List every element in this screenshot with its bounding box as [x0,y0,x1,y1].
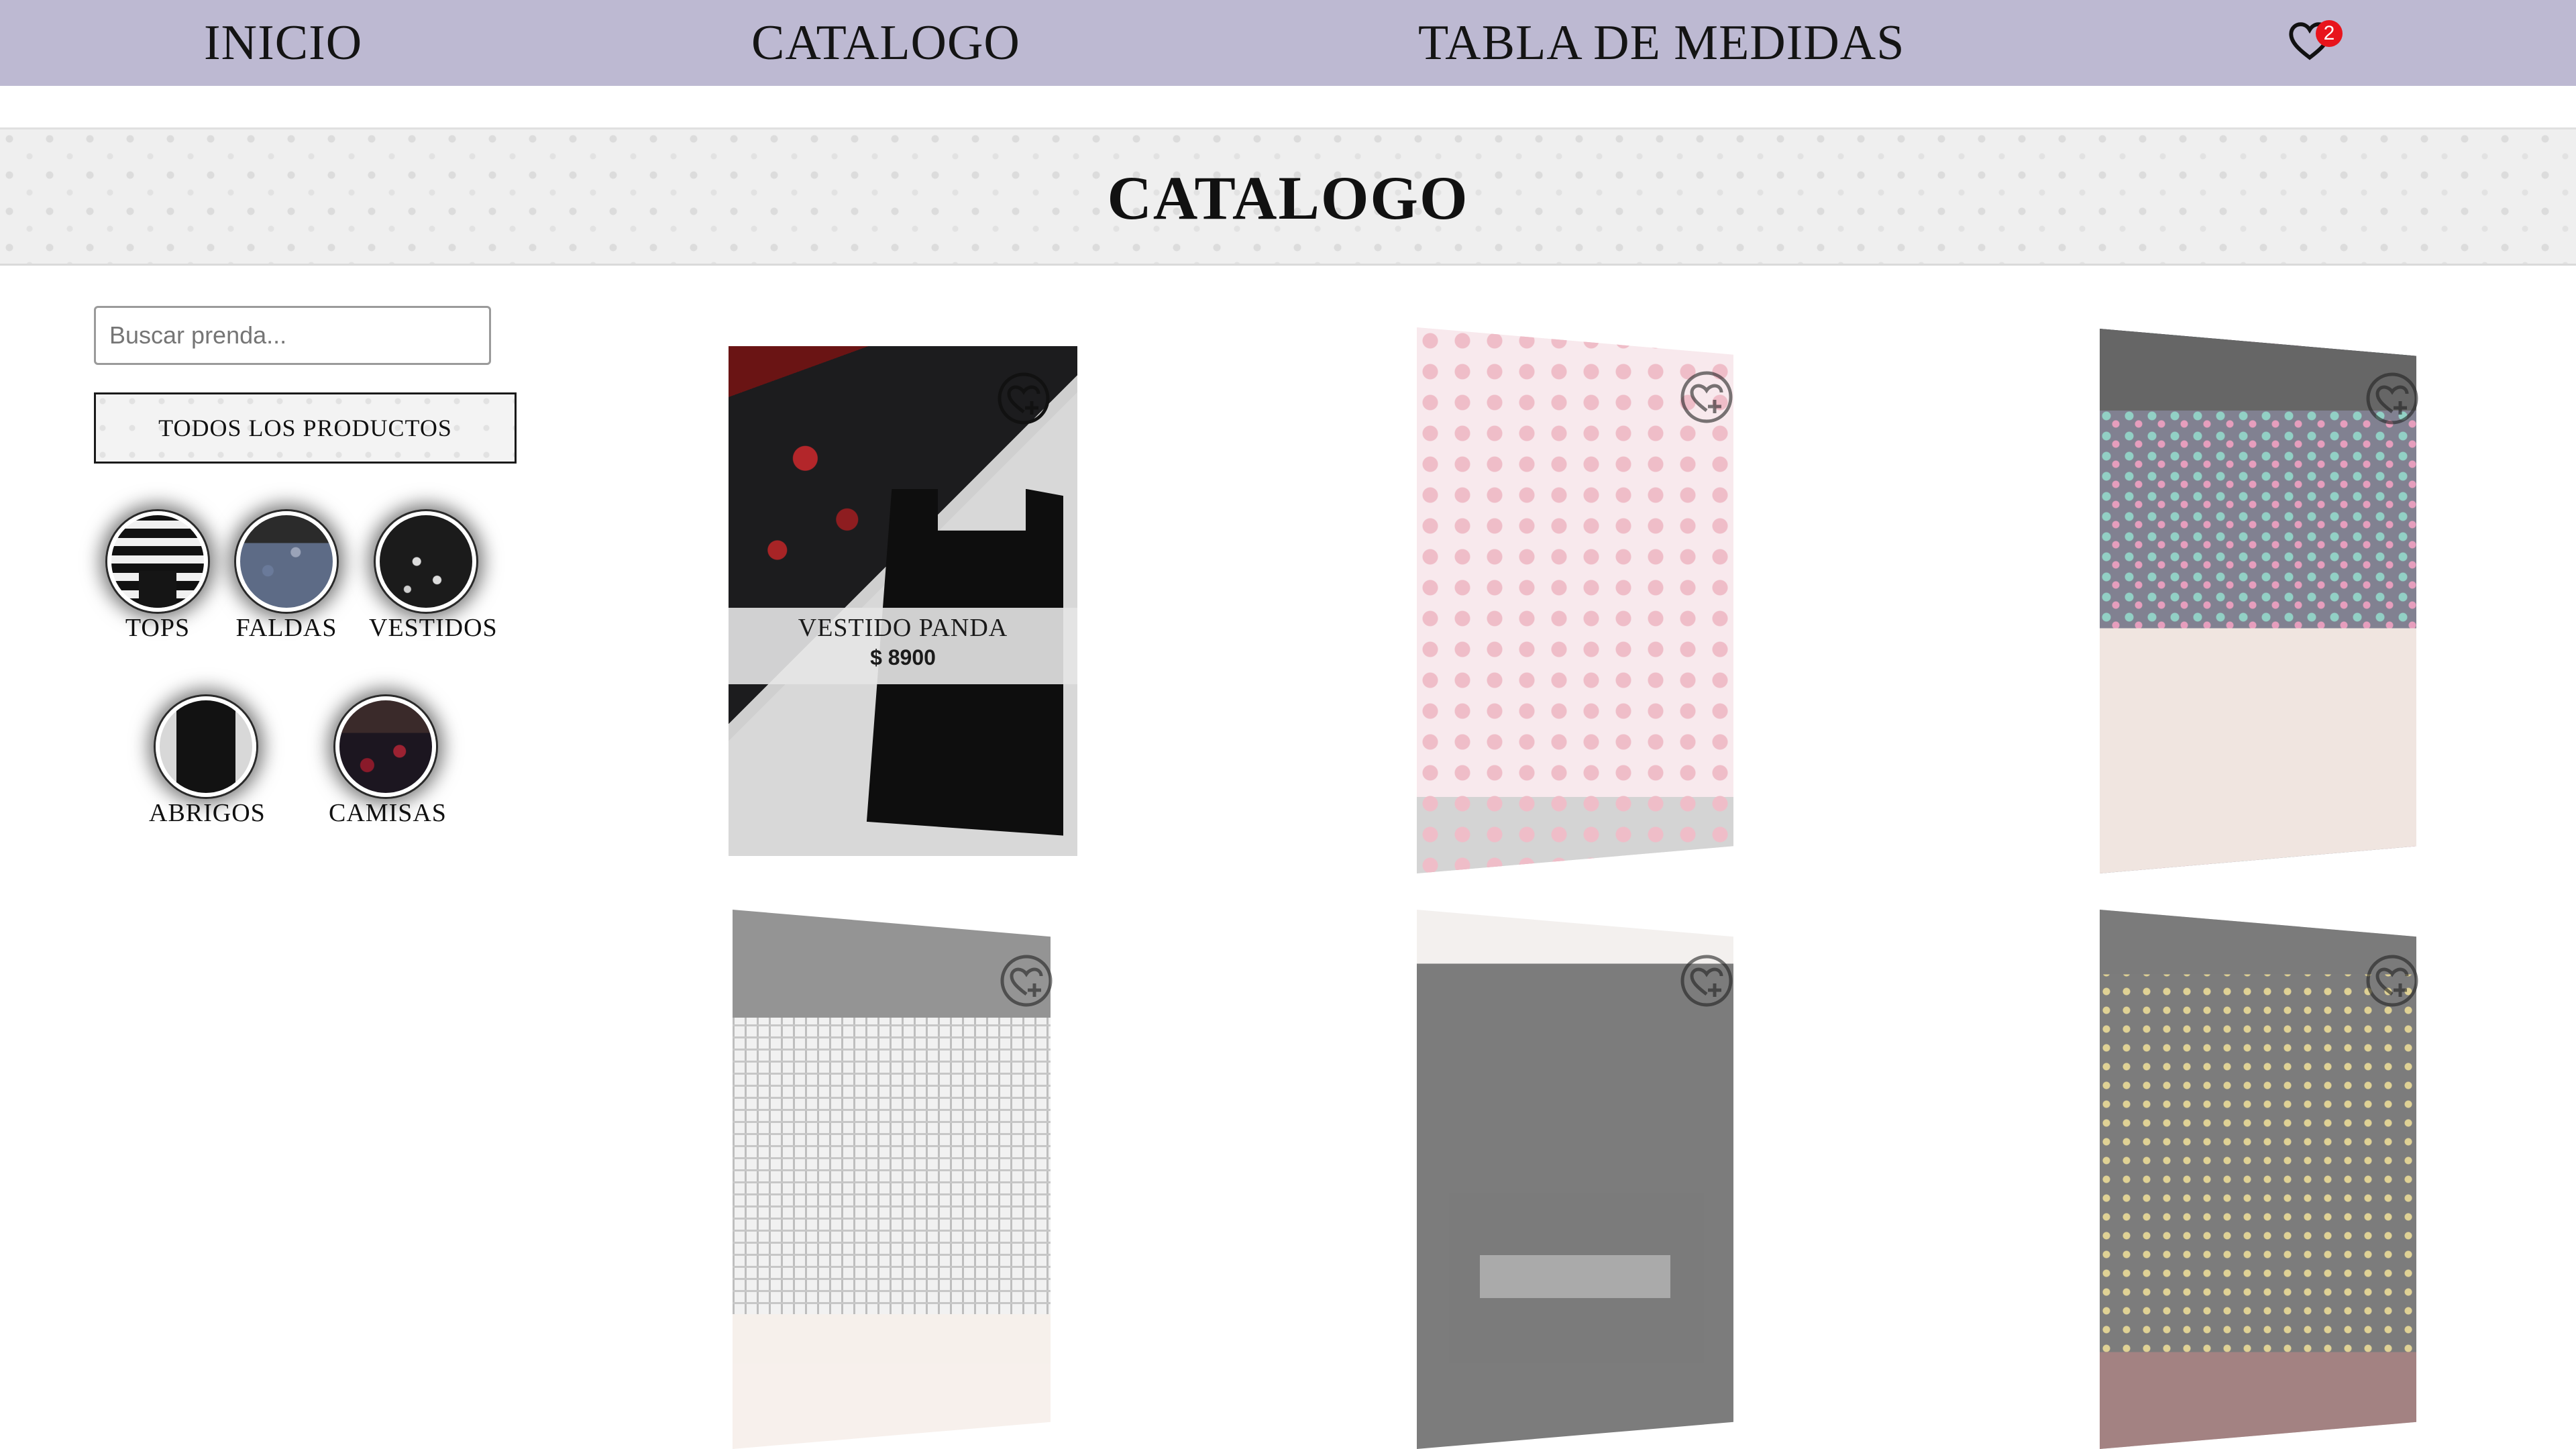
category-label: FALDAS [235,614,337,642]
category-label: VESTIDOS [369,614,498,642]
category-vestidos[interactable]: VESTIDOS [369,511,498,643]
category-label: CAMISAS [329,799,447,827]
search-input[interactable] [94,306,491,365]
category-thumbnail [335,696,436,797]
all-products-button[interactable]: TODOS LOS PRODUCTOS [94,392,517,464]
product-card[interactable] [1417,910,1733,1449]
catalog-banner: CATALOGO [0,127,2576,266]
category-thumbnail [107,511,208,612]
page-title: CATALOGO [1107,164,1469,232]
category-faldas[interactable]: FALDAS [229,511,343,643]
top-navbar: INICIO CATALOGO TABLA DE MEDIDAS 2 [0,0,2576,86]
add-to-favorites-button[interactable] [1680,370,1733,424]
add-to-favorites-button[interactable] [1000,954,1053,1008]
heart-plus-icon [1680,955,1733,1007]
product-card[interactable] [1417,327,1733,873]
heart-plus-icon [1000,955,1053,1007]
category-label: ABRIGOS [149,799,266,827]
favorites-count-badge: 2 [2316,20,2343,47]
add-to-favorites-button[interactable] [2365,954,2419,1008]
add-to-favorites-button[interactable] [2365,372,2419,425]
category-abrigos[interactable]: ABRIGOS [149,696,266,828]
product-name: VESTIDO PANDA [798,614,1008,642]
category-camisas[interactable]: CAMISAS [329,696,447,828]
category-label: TOPS [125,614,191,642]
product-card[interactable]: VESTIDO PANDA $ 8900 [729,346,1077,856]
product-price: $ 8900 [870,645,936,669]
add-to-favorites-button[interactable] [1680,954,1733,1008]
product-hover-overlay: VESTIDO PANDA $ 8900 [729,608,1077,684]
nav-link-inicio[interactable]: INICIO [204,9,362,76]
heart-plus-icon [1680,371,1733,423]
product-card[interactable] [2100,329,2419,873]
nav-link-catalogo[interactable]: CATALOGO [751,9,1020,76]
nav-link-tabla-de-medidas[interactable]: TABLA DE MEDIDAS [1418,9,1904,76]
category-thumbnail [156,696,256,797]
category-tops[interactable]: TOPS [101,511,215,643]
add-to-favorites-button[interactable] [997,372,1051,425]
heart-plus-icon [2366,955,2418,1007]
product-card[interactable] [733,910,1053,1449]
favorites-button[interactable]: 2 [2286,17,2343,64]
category-thumbnail [236,511,337,612]
product-card[interactable] [2100,910,2419,1449]
category-thumbnail [376,511,476,612]
heart-plus-icon [998,372,1050,425]
heart-plus-icon [2366,372,2418,425]
